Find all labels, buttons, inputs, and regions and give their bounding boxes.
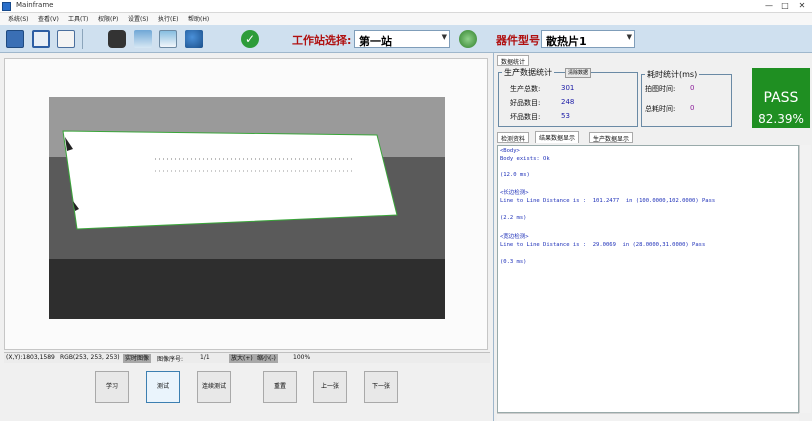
zoom-in-button[interactable]: 放大(+) [229,354,255,363]
result-log[interactable]: <Body> Body exists: Ok (12.0 ms) <长边检测> … [497,145,799,413]
close-button[interactable]: ✕ [795,1,809,11]
tab-statistics[interactable]: 数据统计 [497,55,530,66]
window-title: Mainframe [16,1,54,9]
chevron-down-icon: ▼ [441,33,447,41]
learn-button[interactable]: 学习 [95,371,129,403]
open-icon[interactable] [6,30,24,48]
tab-result-display[interactable]: 结果数据显示 [535,131,580,143]
zoom-out-button[interactable]: 缩小(-) [255,354,278,363]
restore-button[interactable]: □ [778,1,792,11]
image-index-label: 图像序号: [157,356,184,363]
log-line: (2.2 ms) [500,215,527,221]
minimize-button[interactable]: — [762,1,776,11]
image-index: 1/1 [200,354,210,361]
save-icon[interactable] [32,30,50,48]
refresh-icon[interactable] [459,30,477,48]
menu-permissions[interactable]: 权限(P) [98,14,118,23]
image-viewer[interactable] [4,58,488,350]
confirm-icon[interactable]: ✓ [241,30,259,48]
image-status-bar: (X,Y):1803,1589 RGB(253, 253, 253) 实时图像 … [4,352,490,363]
model-value: 散热片1 [546,35,587,48]
total-count: 301 [561,84,575,92]
camera-icon[interactable] [108,30,126,48]
toolbar-separator [82,29,83,49]
menu-tools[interactable]: 工具(T) [68,14,88,23]
live-image-mode[interactable]: 实时图像 [123,354,152,363]
zoom-level: 100% [293,354,311,361]
capture-time: 0 [690,84,695,92]
total-time: 0 [690,104,695,112]
horizontal-scrollbar[interactable] [497,413,799,421]
pixel-rgb: RGB(253, 253, 253) [60,354,120,361]
title-bar: Mainframe — □ ✕ [0,0,812,13]
users-icon[interactable] [185,30,203,48]
reset-button[interactable]: 重置 [263,371,297,403]
station-value: 第一站 [359,35,392,48]
model-select[interactable]: 散热片1 ▼ [541,30,635,48]
cursor-coordinates: (X,Y):1803,1589 [6,354,55,361]
menu-settings[interactable]: 设置(S) [128,14,149,23]
edit-icon[interactable] [57,30,75,48]
model-label: 器件型号: [496,34,545,47]
tab-inspection-data[interactable]: 检测资料 [497,132,530,143]
app-icon [2,2,11,11]
chevron-down-icon: ▼ [626,33,632,41]
log-line: Line to Line Distance is : 29.0069 in (2… [500,242,706,248]
continuous-test-button[interactable]: 连续测试 [197,371,231,403]
timing-stats-box [641,74,732,127]
log-line: (0.3 ms) [500,259,527,265]
log-line: <Body> [500,148,520,154]
image-icon[interactable] [134,30,152,48]
next-image-button[interactable]: 下一张 [364,371,398,403]
test-button[interactable]: 测试 [146,371,180,403]
station-select[interactable]: 第一站 ▼ [354,30,450,48]
menu-view[interactable]: 查看(V) [38,14,59,23]
toolbar: ✓ 工作站选择: 第一站 ▼ 器件型号: 散热片1 ▼ [0,25,812,53]
capture-time-label: 拍图时间: [645,85,676,93]
log-line: <宽边检测> [500,234,529,240]
total-count-label: 生产总数: [510,85,541,93]
good-count-label: 好品数目: [510,99,541,107]
menu-execute[interactable]: 执行(E) [158,14,178,23]
station-label: 工作站选择: [292,34,352,47]
result-status: PASS [763,90,799,106]
pass-rate: 82.39% [758,112,804,126]
result-indicator: PASS 82.39% [752,68,810,128]
bad-count: 53 [561,112,570,120]
inspection-image [5,59,487,349]
log-line: Line to Line Distance is : 101.2477 in (… [500,198,716,204]
clear-data-button[interactable]: 清除数据 [565,68,592,78]
bad-count-label: 坏品数目: [510,113,541,121]
gallery-icon[interactable] [159,30,177,48]
production-stats-title: 生产数据统计 [502,67,554,78]
prev-image-button[interactable]: 上一张 [313,371,347,403]
menu-help[interactable]: 帮助(H) [188,14,209,23]
vertical-scrollbar[interactable] [799,145,811,413]
log-line: Body exists: Ok [500,156,550,162]
timing-stats-title: 耗时统计(ms) [645,69,700,80]
log-line: (12.0 ms) [500,172,530,178]
menu-bar: 系统(S) 查看(V) 工具(T) 权限(P) 设置(S) 执行(E) 帮助(H… [0,13,812,25]
tab-production-display[interactable]: 生产数据显示 [589,132,634,143]
log-line: <长边检测> [500,190,529,196]
good-count: 248 [561,98,575,106]
total-time-label: 总耗时间: [645,105,676,113]
menu-system[interactable]: 系统(S) [8,14,29,23]
